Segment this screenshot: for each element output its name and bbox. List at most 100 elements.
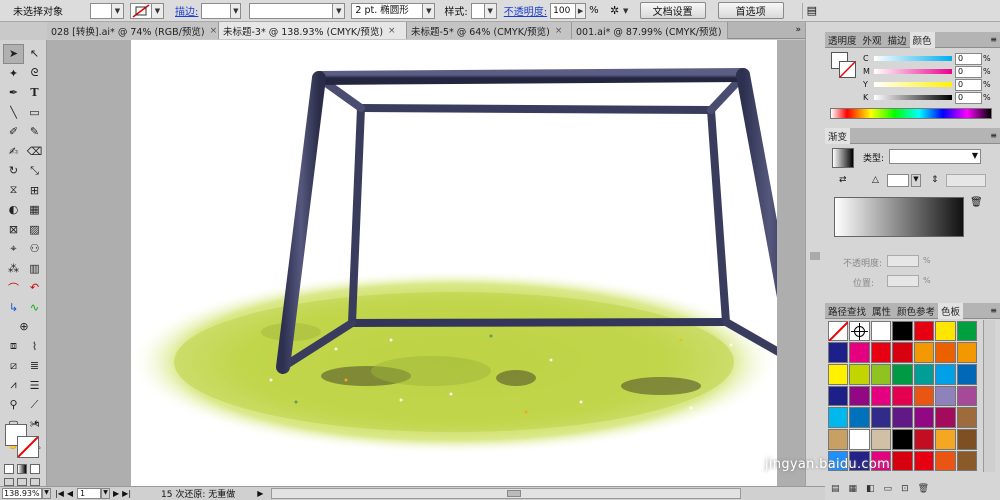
close-icon[interactable]: × xyxy=(388,26,396,36)
align-icon[interactable]: ≣ xyxy=(24,356,45,376)
stroke-swatch[interactable] xyxy=(130,2,152,19)
swatch-color[interactable] xyxy=(849,385,870,407)
swatch-scrollbar[interactable] xyxy=(983,320,995,472)
perspective-grid-tool-icon[interactable]: ▦ xyxy=(24,200,45,220)
lasso-tool-icon[interactable]: ᘓ xyxy=(24,64,45,84)
first-artboard-icon[interactable]: |◀ xyxy=(55,489,64,498)
collapse-icon[interactable] xyxy=(810,252,820,260)
aspect-field[interactable] xyxy=(946,174,986,187)
panel-dock-strip[interactable] xyxy=(805,22,825,486)
recolor-icon[interactable]: ✲ xyxy=(608,4,622,18)
tab-color[interactable]: 颜色 xyxy=(909,31,935,48)
swatch-registration[interactable] xyxy=(849,320,870,342)
selection-tool-icon[interactable]: ➤ xyxy=(3,44,24,64)
column-graph-tool-icon[interactable]: ▥ xyxy=(24,259,45,279)
reverse-gradient-icon[interactable]: ⇄ xyxy=(839,175,847,185)
panel-menu-icon[interactable]: ≡ xyxy=(990,306,1000,315)
swatch-color[interactable] xyxy=(935,320,956,342)
swatch-color[interactable] xyxy=(935,450,956,472)
close-icon[interactable]: × xyxy=(555,26,563,36)
swatch-color[interactable] xyxy=(849,407,870,428)
none-mode-icon[interactable] xyxy=(30,464,40,474)
zoom-dropdown[interactable]: ▼ xyxy=(42,488,51,499)
opacity-link[interactable]: 不透明度: xyxy=(504,3,547,18)
stroke-dropdown[interactable]: ▼ xyxy=(152,2,164,19)
shape-builder-tool-icon[interactable]: ◐ xyxy=(3,200,24,220)
show-kinds-icon[interactable]: ▦ xyxy=(849,484,858,494)
stroke-box[interactable] xyxy=(17,436,39,458)
new-group-icon[interactable]: ▭ xyxy=(884,484,893,494)
variable-width-profile[interactable] xyxy=(249,2,334,19)
tab-stroke[interactable]: 描边 xyxy=(885,32,910,48)
swatch-color[interactable] xyxy=(892,320,913,342)
line-tool-icon[interactable]: ╲ xyxy=(3,103,24,123)
swatch-color[interactable] xyxy=(956,450,977,472)
style-swatch[interactable] xyxy=(470,2,485,19)
swatch-color[interactable] xyxy=(913,363,934,385)
pen-tool-icon[interactable]: ✒ xyxy=(3,83,24,103)
anchor-point-red-icon[interactable]: ⌒ xyxy=(3,278,24,298)
draw-normal-icon[interactable] xyxy=(4,478,14,486)
rotate-tool-icon[interactable]: ↻ xyxy=(3,161,24,181)
fill-stroke-widget[interactable]: ↰ xyxy=(4,420,44,462)
gradient-type-select[interactable]: ▼ xyxy=(889,149,981,164)
new-swatch-icon[interactable]: ⊡ xyxy=(901,484,909,494)
tab-pathfinder[interactable]: 路径查找 xyxy=(825,303,869,319)
tab-001[interactable]: 001.ai* @ 87.99% (CMYK/预览)× xyxy=(572,22,728,39)
tab-appearance[interactable]: 外观 xyxy=(860,32,885,48)
panel-menu-icon[interactable]: ≡ xyxy=(990,35,1000,44)
tab-028-convert[interactable]: 028 [转换].ai* @ 74% (RGB/预览) × xyxy=(47,22,219,39)
swatch-color[interactable] xyxy=(913,450,934,472)
swatch-color[interactable] xyxy=(827,385,848,407)
tab-untitled-3[interactable]: 未标题-3* @ 138.93% (CMYK/预览) × xyxy=(219,22,407,39)
eyedropper-tool-icon[interactable]: ⌖ xyxy=(3,239,24,259)
swatch-color[interactable] xyxy=(913,385,934,407)
graph-line-icon[interactable]: ⩘ xyxy=(3,376,24,396)
swatch-color[interactable] xyxy=(892,428,913,450)
fill-swatch[interactable] xyxy=(90,2,112,19)
tab-transparency[interactable]: 透明度 xyxy=(825,32,860,48)
angle-field[interactable] xyxy=(887,174,909,187)
swatch-color[interactable] xyxy=(849,342,870,363)
fill-stroke-mini[interactable] xyxy=(831,52,857,78)
artboard-field[interactable]: 1 xyxy=(77,488,102,499)
style-dropdown[interactable]: ▼ xyxy=(484,2,497,19)
slice-tool-icon[interactable]: ⧄ xyxy=(3,356,24,376)
swatch-color[interactable] xyxy=(827,363,848,385)
delete-swatch-icon[interactable]: 🗑︎ xyxy=(918,484,929,494)
swatch-color[interactable] xyxy=(827,342,848,363)
swatch-color[interactable] xyxy=(935,385,956,407)
gradient-slider[interactable] xyxy=(834,197,964,237)
swatch-color[interactable] xyxy=(870,428,891,450)
yellow-slider[interactable]: Y 0% xyxy=(863,78,991,91)
swatch-color[interactable] xyxy=(892,385,913,407)
magic-wand-tool-icon[interactable]: ✦ xyxy=(3,64,24,84)
last-artboard-icon[interactable]: ▶| xyxy=(122,489,131,498)
magenta-slider[interactable]: M 0% xyxy=(863,65,991,78)
paintbrush-tool-icon[interactable]: ✐ xyxy=(3,122,24,142)
color-mode-icon[interactable] xyxy=(4,464,14,474)
swatch-color[interactable] xyxy=(956,342,977,363)
swatch-color[interactable] xyxy=(892,363,913,385)
direct-selection-tool-icon[interactable]: ↖ xyxy=(24,44,45,64)
swatch-color[interactable] xyxy=(935,363,956,385)
delete-stop-icon[interactable]: 🗑︎ xyxy=(970,197,983,208)
blob-brush-tool-icon[interactable]: ✍ xyxy=(3,142,24,162)
blend-tool-icon[interactable]: ⚇ xyxy=(24,239,45,259)
swatch-color[interactable] xyxy=(849,363,870,385)
recolor-dropdown[interactable]: ▼ xyxy=(622,3,630,19)
swatch-color[interactable] xyxy=(892,407,913,428)
preferences-button[interactable]: 首选项 xyxy=(717,2,784,19)
swatch-color[interactable] xyxy=(935,428,956,450)
fill-dropdown[interactable]: ▼ xyxy=(112,2,124,19)
swatch-color[interactable] xyxy=(870,320,891,342)
swatch-color[interactable] xyxy=(935,407,956,428)
tab-gradient[interactable]: 渐变 xyxy=(825,127,851,144)
swatch-color[interactable] xyxy=(913,428,934,450)
curvature-red-icon[interactable]: ↶ xyxy=(24,278,45,298)
zoom-field[interactable]: 138.93% xyxy=(2,488,42,499)
scale-tool-icon[interactable]: ⤡ xyxy=(24,161,45,181)
artboard-dropdown[interactable]: ▼ xyxy=(101,488,111,499)
channel-value[interactable]: 0 xyxy=(955,91,982,104)
path-blue-icon[interactable]: ↳ xyxy=(3,298,24,318)
